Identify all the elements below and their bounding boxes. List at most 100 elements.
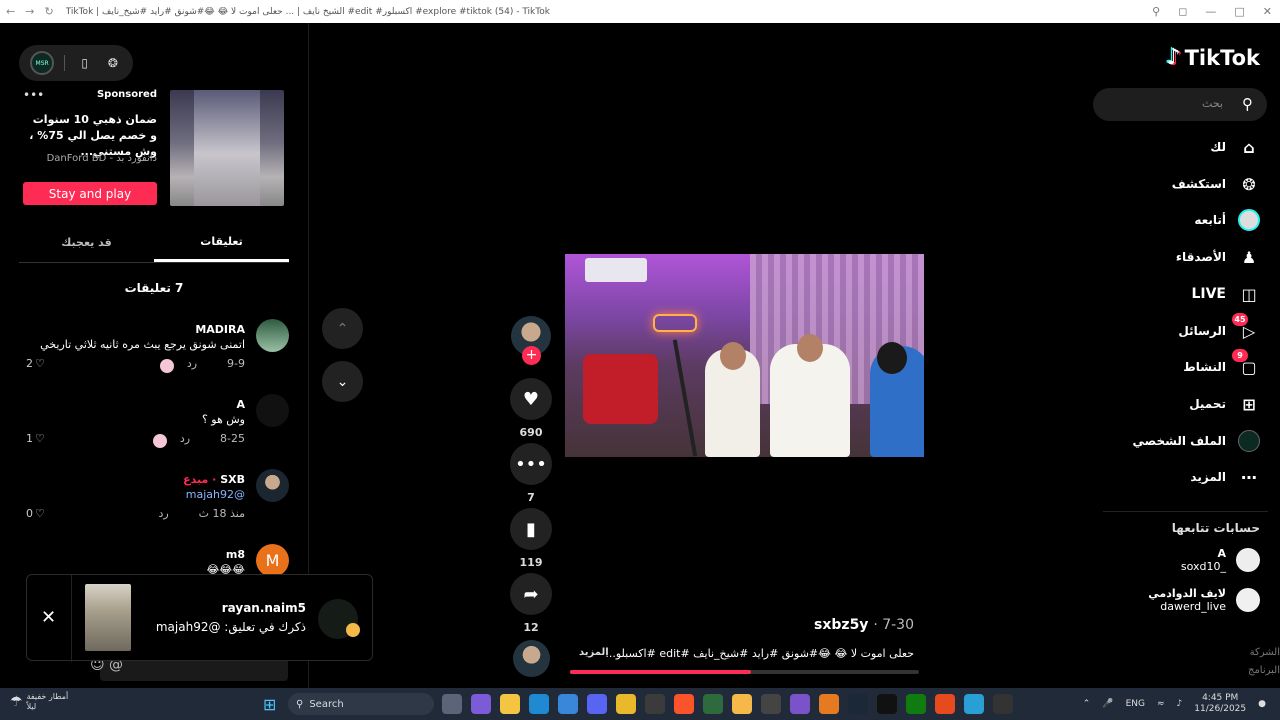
reply-button[interactable]: رد — [158, 507, 168, 520]
avatar[interactable] — [256, 319, 289, 352]
mic-icon[interactable]: 🎤 — [1102, 699, 1113, 709]
video-thumbnail[interactable] — [85, 584, 131, 651]
comment-mention[interactable]: @majah92 — [186, 488, 245, 501]
sidebar-item-friends[interactable]: ♟ الأصدقاء — [1176, 246, 1260, 268]
reply-button[interactable]: رد — [180, 432, 190, 445]
sidebar-item-activity[interactable]: ▢ 9 النشاط — [1183, 349, 1260, 378]
footer-link-company[interactable]: الشركة — [1250, 647, 1280, 658]
notification-icon[interactable]: ● — [1258, 699, 1266, 709]
capcut-icon[interactable] — [645, 694, 665, 714]
footer-link-program[interactable]: البرنامج — [1248, 665, 1280, 676]
more-button[interactable]: المزيد — [579, 647, 609, 658]
clock[interactable]: 4:45 PM 11/26/2025 — [1194, 693, 1246, 715]
like-button[interactable]: 1 ♡ — [26, 432, 45, 445]
bookmark-icon[interactable]: ▮ — [510, 508, 552, 550]
file-explorer-icon[interactable] — [500, 694, 520, 714]
task-view-icon[interactable] — [442, 694, 462, 714]
author-avatar[interactable]: + — [511, 316, 551, 365]
share-icon[interactable]: ➦ — [510, 573, 552, 615]
forward-icon[interactable]: → — [25, 5, 34, 18]
share-action[interactable]: ➦ 12 — [510, 573, 552, 634]
tiktok-logo[interactable]: ♪ TikTok — [1167, 45, 1260, 70]
tab-comments[interactable]: تعليقات — [154, 223, 289, 262]
app-icon[interactable] — [819, 694, 839, 714]
comment-action[interactable]: ••• 7 — [510, 443, 552, 504]
followed-account[interactable]: A _soxd10 — [1181, 547, 1260, 573]
restore-icon[interactable]: ◻ — [1178, 5, 1187, 18]
avatar[interactable] — [318, 599, 360, 639]
avatar[interactable] — [256, 469, 289, 502]
sidebar-item-profile[interactable]: الملف الشخصي — [1133, 430, 1260, 452]
comment-author[interactable]: SXB · مبدع — [183, 473, 245, 486]
heart-icon[interactable]: ♥ — [510, 378, 552, 420]
windows-start-icon[interactable]: ⊞ — [263, 695, 276, 714]
video-author[interactable]: sxbz5y — [814, 617, 868, 633]
sidebar-item-explore[interactable]: ❂ استكشف — [1172, 173, 1260, 195]
sidebar-item-upload[interactable]: ⊞ تحميل — [1189, 393, 1260, 415]
next-author-avatar[interactable] — [513, 640, 550, 677]
maximize-icon[interactable]: □ — [1234, 5, 1244, 18]
search-icon[interactable]: ⚲ — [1242, 95, 1253, 113]
edge-icon[interactable] — [529, 694, 549, 714]
xbox-icon[interactable] — [906, 694, 926, 714]
app-icon[interactable] — [964, 694, 984, 714]
volume-icon[interactable]: ♪ — [1177, 699, 1183, 709]
reply-button[interactable]: رد — [187, 357, 197, 370]
save-action[interactable]: ▮ 119 — [510, 508, 552, 569]
wifi-icon[interactable]: ≈ — [1157, 699, 1165, 709]
avatar[interactable]: MSR — [30, 51, 55, 75]
app-icon[interactable] — [732, 694, 752, 714]
sidebar-item-live[interactable]: ◫ LIVE — [1191, 283, 1260, 305]
comment-author[interactable]: MADIRA — [195, 323, 245, 336]
refresh-icon[interactable]: ↻ — [44, 5, 53, 18]
phone-icon[interactable]: ▯ — [76, 54, 94, 72]
discord-icon[interactable] — [587, 694, 607, 714]
like-button[interactable]: 0 ♡ — [26, 507, 45, 520]
followed-account[interactable]: لايف الدوادمي dawerd_live — [1148, 587, 1260, 613]
sidebar-item-following[interactable]: أتابعه — [1194, 209, 1260, 231]
stay-and-play-button[interactable]: Stay and play — [23, 182, 157, 205]
search-input[interactable]: بحث ⚲ — [1093, 88, 1267, 121]
previous-video-button[interactable]: ⌃ — [322, 308, 363, 349]
video-author-line[interactable]: sxbz5y · 7-30 — [565, 617, 914, 633]
app-icon[interactable] — [790, 694, 810, 714]
steam-icon[interactable] — [848, 694, 868, 714]
zoom-icon[interactable]: ⚲ — [1152, 5, 1160, 18]
app-icon[interactable] — [993, 694, 1013, 714]
language-indicator[interactable]: ENG — [1126, 699, 1145, 709]
tab-you-may-like[interactable]: قد يعجبك — [19, 223, 154, 262]
store-icon[interactable] — [558, 694, 578, 714]
sidebar-item-more[interactable]: ⋯ المزيد — [1190, 466, 1260, 488]
avatar[interactable] — [256, 394, 289, 427]
follow-plus-icon[interactable]: + — [522, 346, 541, 365]
close-icon[interactable]: ✕ — [41, 607, 56, 628]
video-player[interactable] — [565, 254, 924, 457]
tiktok-icon[interactable] — [877, 694, 897, 714]
app-icon[interactable] — [761, 694, 781, 714]
comment-icon[interactable]: ••• — [510, 443, 552, 485]
excel-icon[interactable] — [703, 694, 723, 714]
video-progress-bar[interactable] — [570, 670, 919, 674]
sidebar-item-for-you[interactable]: ⌂ لك — [1210, 136, 1260, 158]
sidebar-item-messages[interactable]: ▷ 45 الرسائل — [1178, 313, 1260, 342]
next-video-button[interactable]: ⌄ — [322, 361, 363, 402]
taskbar-search[interactable]: ⚲ Search — [288, 693, 434, 715]
comment-author[interactable]: A — [236, 398, 245, 411]
compass-icon[interactable]: ❂ — [104, 54, 122, 72]
app-icon[interactable] — [935, 694, 955, 714]
like-action[interactable]: ♥ 690 — [510, 378, 552, 439]
chevron-up-icon[interactable]: ⌃ — [1083, 699, 1091, 709]
more-icon[interactable]: ••• — [23, 88, 44, 102]
mention-notification[interactable]: ✕ rayan.naim5 ذكرك في تعليق: @majah92 — [26, 574, 373, 662]
minimize-icon[interactable]: — — [1205, 5, 1216, 18]
comment-author[interactable]: m8 — [226, 548, 245, 561]
weather-widget[interactable]: ☂ أمطار خفيفة ليلاً — [10, 692, 68, 712]
copilot-icon[interactable] — [471, 694, 491, 714]
avatar[interactable]: M — [256, 544, 289, 577]
brave-icon[interactable] — [674, 694, 694, 714]
back-icon[interactable]: ← — [6, 5, 15, 18]
close-icon[interactable]: ✕ — [1263, 5, 1272, 18]
like-button[interactable]: 2 ♡ — [26, 357, 45, 370]
ad-image[interactable] — [170, 90, 284, 206]
chrome-icon[interactable] — [616, 694, 636, 714]
